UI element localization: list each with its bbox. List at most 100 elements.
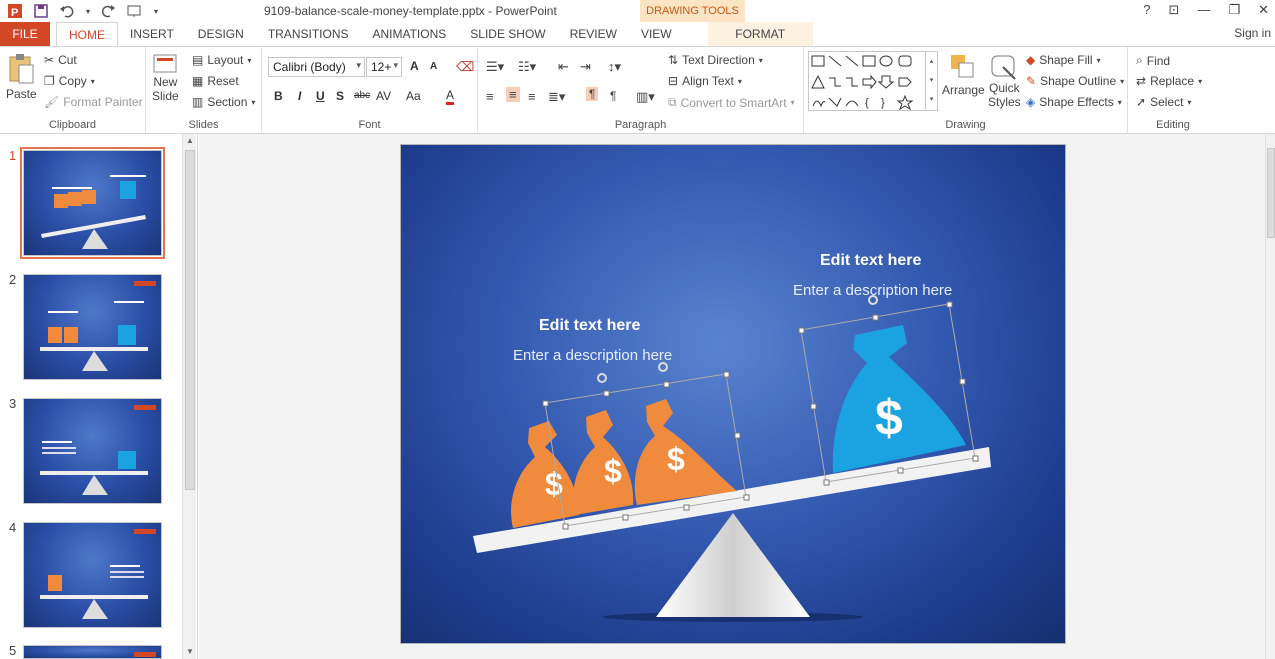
align-center-icon[interactable]: ≡ — [506, 87, 520, 102]
restore-icon[interactable]: ❐ — [1228, 2, 1240, 18]
strikethrough-button[interactable]: abc — [354, 90, 370, 101]
slide-thumbnail-4[interactable] — [23, 522, 162, 628]
shape-effects-button[interactable]: ◈ Shape Effects ▾ — [1026, 95, 1122, 109]
convert-smartart-button[interactable]: ⧉ Convert to SmartArt ▾ — [668, 95, 795, 110]
tab-design[interactable]: DESIGN — [186, 22, 256, 46]
align-right-icon[interactable]: ≡ — [528, 89, 536, 104]
grow-font-button[interactable]: A — [410, 59, 419, 73]
tab-animations[interactable]: ANIMATIONS — [360, 22, 458, 46]
slide-thumbnail-1[interactable] — [20, 147, 165, 259]
ribbon-tabs: FILE HOME INSERT DESIGN TRANSITIONS ANIM… — [0, 21, 1275, 47]
dollar-sign: $ — [875, 390, 903, 446]
increase-indent-icon[interactable]: ⇥ — [580, 59, 591, 75]
decrease-indent-icon[interactable]: ⇤ — [558, 59, 569, 75]
tab-file[interactable]: FILE — [0, 22, 50, 46]
shape-fill-button[interactable]: ◆ Shape Fill ▾ — [1026, 53, 1101, 67]
current-slide[interactable]: $ $ $ $ Edit text here Enter a descripti… — [400, 144, 1066, 644]
help-icon[interactable]: ? — [1143, 2, 1150, 18]
new-slide-button[interactable]: New Slide — [152, 53, 179, 103]
cut-button[interactable]: ✂ Cut — [44, 53, 77, 67]
shape-effects-label: Shape Effects — [1039, 95, 1114, 109]
shadow-button[interactable]: S — [336, 89, 344, 103]
tab-insert[interactable]: INSERT — [118, 22, 186, 46]
right-heading[interactable]: Edit text here — [820, 252, 921, 270]
tab-slide-show[interactable]: SLIDE SHOW — [458, 22, 557, 46]
font-color-button[interactable]: A — [446, 88, 455, 105]
slide-number: 3 — [9, 396, 17, 411]
copy-icon: ❐ — [44, 74, 55, 88]
customize-qat-icon[interactable]: ▾ — [152, 2, 160, 20]
dollar-sign: $ — [667, 441, 685, 477]
smartart-icon: ⧉ — [668, 95, 677, 109]
slide-number: 2 — [9, 272, 17, 287]
arrange-button[interactable]: Arrange — [942, 53, 985, 97]
scrollbar-thumb[interactable] — [1267, 148, 1275, 238]
reset-button[interactable]: ▦ Reset — [192, 74, 239, 88]
select-button[interactable]: ➚ Select ▾ — [1136, 95, 1191, 109]
ribbon-display-icon[interactable]: ⊡ — [1169, 2, 1180, 18]
undo-dropdown-icon[interactable]: ▾ — [84, 2, 92, 20]
tab-format[interactable]: FORMAT — [707, 22, 813, 46]
slides-panel-scrollbar[interactable]: ▲ ▼ — [182, 134, 196, 659]
minimize-icon[interactable]: — — [1197, 2, 1210, 18]
quick-styles-button[interactable]: Quick Styles — [988, 53, 1021, 109]
new-slide-icon — [153, 54, 177, 73]
undo-icon[interactable] — [58, 2, 76, 20]
chevron-down-icon: ▾ — [247, 55, 252, 65]
sign-in-link[interactable]: Sign in — [1234, 26, 1271, 40]
text-direction-button[interactable]: ⇅ Text Direction ▾ — [668, 53, 763, 67]
quick-access-toolbar: P ▾ ▾ — [6, 2, 160, 20]
character-spacing-button[interactable]: AV — [376, 89, 391, 103]
scrollbar-thumb[interactable] — [185, 150, 195, 490]
font-group: Calibri (Body) ▾ 12+ ▾ A A ⌫ B I U S abc A… — [262, 47, 478, 133]
slide-thumbnail-2[interactable] — [23, 274, 162, 380]
shape-outline-button[interactable]: ✎ Shape Outline ▾ — [1026, 74, 1124, 88]
tab-home[interactable]: HOME — [56, 21, 118, 47]
left-description[interactable]: Enter a description here — [513, 347, 672, 364]
close-icon[interactable]: ✕ — [1258, 2, 1269, 18]
font-size-combo[interactable]: 12+ ▾ — [366, 57, 402, 77]
tab-view[interactable]: VIEW — [629, 22, 684, 46]
find-button[interactable]: ⌕ Find — [1136, 53, 1170, 68]
save-icon[interactable] — [32, 2, 50, 20]
paragraph-group: ☰▾ ☷▾ ⇤ ⇥ ↕▾ ⇅ Text Direction ▾ ≡ ≡ ≡ ≣▾ ¶… — [478, 47, 804, 133]
layout-button[interactable]: ▤ Layout ▾ — [192, 53, 251, 67]
paste-button[interactable]: Paste — [6, 53, 37, 101]
bullets-icon[interactable]: ☰▾ — [486, 59, 504, 75]
rtl-icon[interactable]: ¶ — [610, 89, 616, 103]
columns-icon[interactable]: ▥▾ — [636, 89, 655, 105]
tab-review[interactable]: REVIEW — [558, 22, 629, 46]
copy-button[interactable]: ❐ Copy ▾ — [44, 74, 95, 88]
change-case-button[interactable]: Aa — [406, 89, 421, 103]
right-description[interactable]: Enter a description here — [793, 282, 952, 299]
scroll-down-icon[interactable]: ▼ — [183, 645, 197, 659]
justify-icon[interactable]: ≣▾ — [548, 89, 565, 105]
shapes-gallery-scroll[interactable]: ▴ ▾ ▾ — [925, 52, 937, 110]
slide-thumbnail-5[interactable] — [23, 645, 162, 659]
canvas-scrollbar[interactable] — [1265, 134, 1275, 659]
underline-button[interactable]: U — [316, 89, 325, 103]
numbering-icon[interactable]: ☷▾ — [518, 59, 536, 75]
start-slideshow-icon[interactable] — [126, 2, 144, 20]
chevron-down-icon: ▾ — [393, 60, 398, 70]
slide-thumbnail-3[interactable] — [23, 398, 162, 504]
clear-formatting-icon[interactable]: ⌫ — [456, 59, 474, 75]
italic-button[interactable]: I — [298, 89, 301, 103]
shapes-gallery[interactable]: { } ▴ ▾ ▾ — [808, 51, 938, 111]
font-family-combo[interactable]: Calibri (Body) ▾ — [268, 57, 365, 77]
replace-button[interactable]: ⇄ Replace ▾ — [1136, 74, 1202, 88]
format-painter-button[interactable]: 🖌 Format Painter — [44, 95, 143, 109]
tab-transitions[interactable]: TRANSITIONS — [256, 22, 361, 46]
line-spacing-icon[interactable]: ↕▾ — [608, 59, 621, 75]
chevron-down-icon: ▾ — [737, 76, 742, 86]
ltr-icon[interactable]: ¶ — [586, 87, 599, 101]
align-left-icon[interactable]: ≡ — [486, 89, 494, 104]
bold-button[interactable]: B — [274, 89, 283, 103]
scroll-up-icon[interactable]: ▲ — [183, 134, 197, 148]
title-bar: P ▾ ▾ 9109-balance-scale-money-template.… — [0, 0, 1275, 22]
shrink-font-button[interactable]: A — [430, 61, 437, 72]
redo-icon[interactable] — [100, 2, 118, 20]
section-button[interactable]: ▥ Section ▾ — [192, 95, 255, 109]
align-text-button[interactable]: ⊟ Align Text ▾ — [668, 74, 742, 88]
left-heading[interactable]: Edit text here — [539, 317, 640, 335]
